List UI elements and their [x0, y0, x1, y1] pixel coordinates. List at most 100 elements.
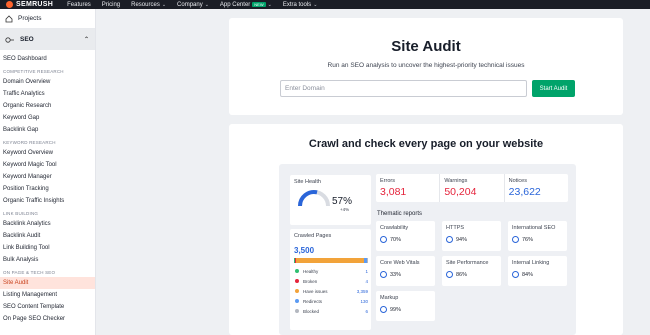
site-health-value: 57%: [332, 196, 353, 207]
sidebar-item-bulk-analysis[interactable]: Bulk Analysis: [0, 254, 95, 266]
sidebar: Projects SEO ⌃ SEO Dashboard COMPETITIVE…: [0, 9, 96, 335]
new-badge: NEW: [252, 2, 266, 7]
nav-features-label: Features: [67, 1, 91, 8]
bar-segment-blocked: [367, 258, 368, 263]
thematic-international-seo[interactable]: International SEO 76%: [508, 221, 567, 251]
crawled-pages-widget: Crawled Pages 3,500 Healthy 1 Broken 4 Hav…: [290, 229, 371, 330]
legend-have-issues[interactable]: Have issues 3,359: [294, 286, 368, 296]
thematic-label: Internal Linking: [512, 260, 550, 266]
notices-value: 23,622: [508, 186, 541, 198]
thematic-label: Site Performance: [446, 260, 489, 266]
page-title: Site Audit: [391, 38, 461, 55]
warnings-value: 50,204: [444, 186, 477, 198]
chevron-down-icon: ⌄: [161, 1, 167, 8]
thematic-reports-title: Thematic reports: [377, 211, 423, 217]
progress-ring-icon: [380, 236, 387, 243]
sidebar-projects-label: Projects: [18, 15, 42, 22]
errors-label: Errors: [380, 178, 395, 184]
chevron-down-icon: ⌄: [267, 1, 272, 8]
sidebar-section-link-building: LINK BUILDING: [3, 211, 39, 216]
sidebar-item-organic-traffic-insights[interactable]: Organic Traffic Insights: [0, 195, 95, 207]
nav-resources-label: Resources: [131, 1, 160, 8]
sidebar-item-keyword-overview[interactable]: Keyword Overview: [0, 147, 95, 159]
nav-extra-tools-label: Extra tools: [282, 1, 312, 8]
thematic-label: International SEO: [512, 225, 556, 231]
crawled-pages-legend: Healthy 1 Broken 4 Have issues 3,359 Redire…: [294, 266, 368, 316]
chevron-down-icon: ⌄: [313, 1, 318, 8]
sidebar-item-listing-management[interactable]: Listing Management: [0, 289, 95, 301]
legend-value: 6: [365, 308, 368, 314]
crawl-title: Crawl and check every page on your websi…: [308, 138, 544, 150]
sidebar-item-backlink-analytics[interactable]: Backlink Analytics: [0, 218, 95, 230]
nav-features[interactable]: Features: [67, 2, 91, 8]
notices-metric[interactable]: Notices 23,622: [505, 174, 568, 202]
nav-extra-tools[interactable]: Extra tools ⌄: [283, 2, 318, 8]
sidebar-item-keyword-manager[interactable]: Keyword Manager: [0, 171, 95, 183]
domain-input[interactable]: Enter Domain: [280, 80, 527, 97]
thematic-site-performance[interactable]: Site Performance 86%: [442, 256, 501, 286]
sidebar-item-domain-overview[interactable]: Domain Overview: [0, 76, 95, 88]
site-health-label: Site Health: [294, 179, 321, 185]
chevron-up-icon[interactable]: ⌃: [84, 36, 89, 43]
dot-icon: [295, 309, 299, 313]
sidebar-section-keyword-research: KEYWORD RESEARCH: [3, 140, 56, 145]
thematic-label: Markup: [380, 295, 399, 301]
bar-segment-have-issues: [296, 258, 364, 263]
start-audit-button[interactable]: Start Audit: [532, 80, 575, 97]
dot-icon: [295, 289, 299, 293]
home-icon: [5, 14, 13, 22]
thematic-value: 84%: [522, 271, 534, 278]
sidebar-item-organic-research[interactable]: Organic Research: [0, 100, 95, 112]
demo-report-panel: Site Health 57% +4% Errors 3,081 Warning…: [279, 164, 576, 335]
thematic-value: 33%: [390, 271, 402, 278]
legend-healthy[interactable]: Healthy 1: [294, 266, 368, 276]
semrush-logo[interactable]: SEMRUSH: [6, 1, 53, 8]
errors-metric[interactable]: Errors 3,081: [376, 174, 441, 202]
nav-pricing[interactable]: Pricing: [102, 2, 120, 8]
sidebar-item-backlink-audit[interactable]: Backlink Audit: [0, 230, 95, 242]
sidebar-section-on-page-tech-seo: ON PAGE & TECH SEO: [3, 270, 56, 275]
sidebar-item-site-audit[interactable]: Site Audit: [0, 277, 95, 289]
crawl-info-card: Crawl and check every page on your websi…: [229, 124, 623, 335]
nav-company[interactable]: Company ⌄: [177, 2, 209, 8]
legend-label: Have issues: [303, 288, 328, 294]
legend-label: Healthy: [303, 268, 319, 274]
seo-toolkit-icon: [5, 36, 14, 43]
sidebar-item-backlink-gap[interactable]: Backlink Gap: [0, 124, 95, 136]
sidebar-item-keyword-magic-tool[interactable]: Keyword Magic Tool: [0, 159, 95, 171]
sidebar-item-position-tracking[interactable]: Position Tracking: [0, 183, 95, 195]
sidebar-projects[interactable]: Projects: [0, 9, 95, 29]
sidebar-item-traffic-analytics[interactable]: Traffic Analytics: [0, 88, 95, 100]
thematic-value: 94%: [456, 236, 468, 243]
issues-summary: Errors 3,081 Warnings 50,204 Notices 23,…: [376, 174, 568, 202]
thematic-core-web-vitals[interactable]: Core Web Vitals 33%: [376, 256, 435, 286]
chevron-down-icon: ⌄: [204, 1, 209, 8]
thematic-internal-linking[interactable]: Internal Linking 84%: [508, 256, 567, 286]
nav-app-center[interactable]: App Center NEW ⌄: [220, 2, 272, 8]
thematic-label: Core Web Vitals: [380, 260, 420, 266]
thematic-label: HTTPS: [446, 225, 465, 231]
thematic-crawlability[interactable]: Crawlability 70%: [376, 221, 435, 251]
progress-ring-icon: [446, 271, 453, 278]
sidebar-item-link-building-tool[interactable]: Link Building Tool: [0, 242, 95, 254]
sidebar-section-competitive-research: COMPETITIVE RESEARCH: [3, 69, 64, 74]
legend-redirects[interactable]: Redirects 130: [294, 296, 368, 306]
nav-app-center-label: App Center: [219, 1, 251, 8]
progress-ring-icon: [446, 236, 453, 243]
thematic-https[interactable]: HTTPS 94%: [442, 221, 501, 251]
site-health-widget: Site Health 57% +4%: [290, 175, 371, 225]
sidebar-item-keyword-gap[interactable]: Keyword Gap: [0, 112, 95, 124]
sidebar-seo-group[interactable]: SEO ⌃: [0, 29, 95, 50]
sidebar-item-seo-dashboard[interactable]: SEO Dashboard: [0, 53, 95, 65]
legend-blocked[interactable]: Blocked 6: [294, 306, 368, 316]
legend-broken[interactable]: Broken 4: [294, 276, 368, 286]
progress-ring-icon: [380, 271, 387, 278]
thematic-markup[interactable]: Markup 99%: [376, 291, 435, 321]
thematic-value: 86%: [456, 271, 468, 278]
sidebar-item-on-page-seo-checker[interactable]: On Page SEO Checker: [0, 313, 95, 325]
warnings-metric[interactable]: Warnings 50,204: [440, 174, 505, 202]
nav-resources[interactable]: Resources ⌄: [131, 2, 166, 8]
dot-icon: [295, 279, 299, 283]
sidebar-item-seo-content-template[interactable]: SEO Content Template: [0, 301, 95, 313]
site-health-gauge: [298, 190, 330, 207]
